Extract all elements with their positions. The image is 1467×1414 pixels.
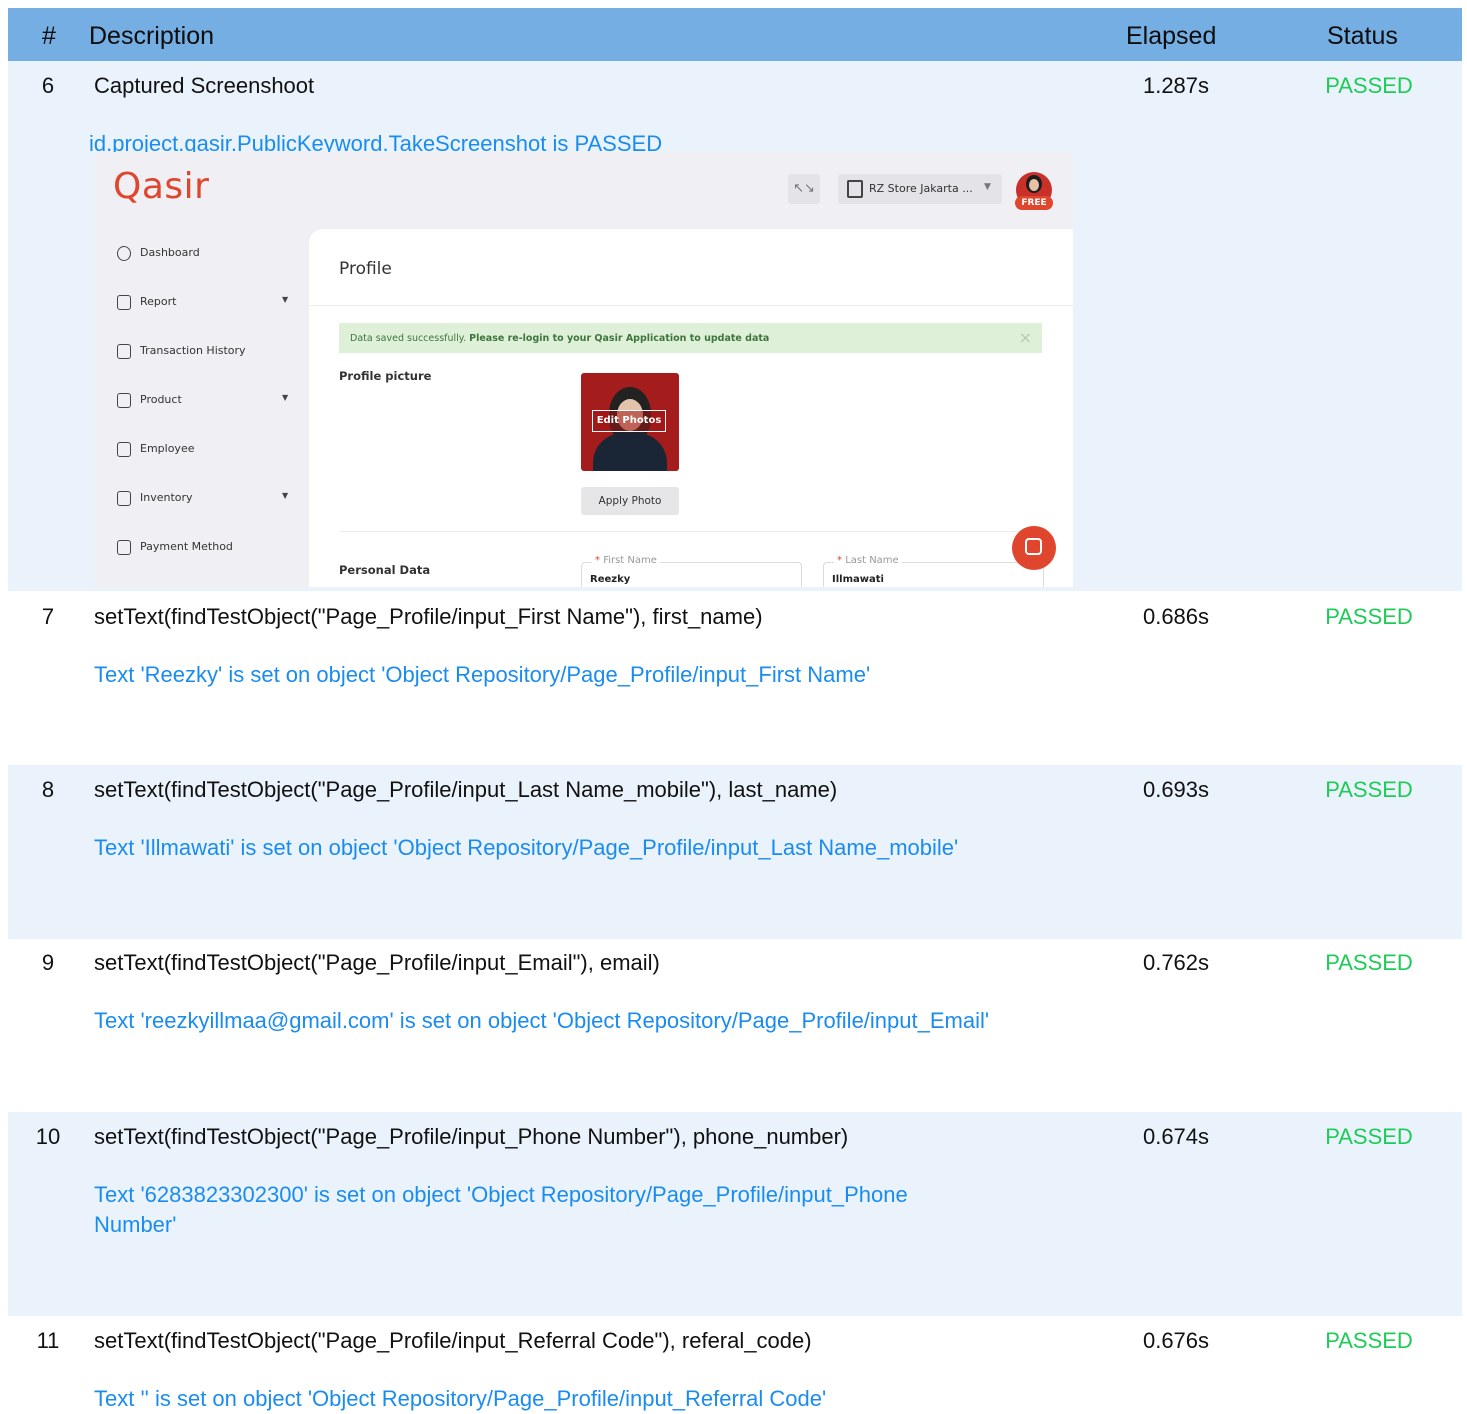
profile-panel: Profile Data saved successfully. Please … (309, 229, 1073, 587)
table-row: 7 setText(findTestObject("Page_Profile/i… (8, 591, 1462, 765)
caret-down-icon: ▼ (984, 182, 991, 192)
row-status: PASSED (1325, 950, 1413, 975)
qasir-logo: Qasir (113, 166, 210, 207)
row-status: PASSED (1325, 604, 1413, 629)
row-elapsed: 0.674s (1142, 1124, 1210, 1149)
table-row: 8 setText(findTestObject("Page_Profile/i… (8, 765, 1462, 939)
edit-photos-button[interactable]: Edit Photos (592, 410, 666, 432)
sidebar-item-label: Report (140, 295, 177, 308)
row-description: Captured Screenshoot (94, 73, 315, 98)
last-name-label: Last Name (845, 555, 899, 566)
row-number: 10 (35, 1124, 61, 1149)
free-badge: FREE (1015, 196, 1053, 210)
close-icon[interactable]: × (1019, 328, 1032, 347)
sidebar-item-inventory[interactable]: Inventory ▼ (115, 488, 295, 510)
captured-screenshot: Qasir ↖↘ RZ Store Jakarta ... ▼ FREE Das… (95, 152, 1073, 587)
sidebar-item-employee[interactable]: Employee (115, 439, 295, 461)
first-name-label: First Name (603, 555, 657, 566)
screenshot-topbar: Qasir ↖↘ RZ Store Jakarta ... ▼ FREE (95, 152, 1073, 228)
store-icon (847, 180, 863, 198)
employee-icon (117, 442, 131, 457)
table-row: 11 setText(findTestObject("Page_Profile/… (8, 1316, 1462, 1412)
sidebar-item-product[interactable]: Product ▼ (115, 390, 295, 412)
first-name-field[interactable]: * First Name Reezky (581, 555, 802, 587)
row-elapsed: 1.287s (1142, 73, 1210, 98)
row-number: 8 (41, 777, 55, 802)
divider (309, 305, 1073, 306)
page-title: Profile (339, 259, 392, 279)
table-row: 9 setText(findTestObject("Page_Profile/i… (8, 939, 1462, 1112)
profile-photo[interactable]: Edit Photos (581, 373, 679, 471)
row-status: PASSED (1325, 73, 1413, 98)
row-description: setText(findTestObject("Page_Profile/inp… (94, 604, 763, 629)
divider (339, 531, 1042, 532)
row-status: PASSED (1325, 1328, 1413, 1353)
sidebar-item-report[interactable]: Report ▼ (115, 292, 295, 314)
dashboard-icon (117, 246, 131, 261)
row-status: PASSED (1325, 1124, 1413, 1149)
header-description: Description (89, 22, 215, 50)
chat-button[interactable] (1012, 526, 1056, 570)
row-log: Text '' is set on object 'Object Reposit… (94, 1386, 827, 1411)
personal-data-label: Personal Data (339, 563, 431, 577)
row-log: Text 'reezkyillmaa@gmail.com' is set on … (94, 1008, 990, 1033)
row-number: 9 (41, 950, 55, 975)
row-description: setText(findTestObject("Page_Profile/inp… (94, 950, 660, 975)
row-elapsed: 0.676s (1142, 1328, 1210, 1353)
sidebar-item-label: Employee (140, 442, 195, 455)
sidebar-item-label: Transaction History (140, 344, 246, 357)
row-elapsed: 0.686s (1142, 604, 1210, 629)
chat-icon (1025, 538, 1042, 555)
apply-photo-button[interactable]: Apply Photo (581, 487, 679, 515)
caret-down-icon: ▼ (282, 393, 289, 402)
row-elapsed: 0.762s (1142, 950, 1210, 975)
sidebar-item-transaction-history[interactable]: Transaction History (115, 341, 295, 363)
caret-down-icon: ▼ (282, 491, 289, 500)
row-description: setText(findTestObject("Page_Profile/inp… (94, 1328, 812, 1353)
header-status: Status (1327, 22, 1398, 50)
row-number: 7 (41, 604, 55, 629)
store-selector[interactable]: RZ Store Jakarta ... ▼ (838, 174, 1002, 204)
report-icon (117, 295, 131, 310)
product-icon (117, 393, 131, 408)
sidebar-item-payment-method[interactable]: Payment Method (115, 537, 295, 559)
expand-icon[interactable]: ↖↘ (788, 174, 820, 204)
success-alert: Data saved successfully. Please re-login… (339, 323, 1042, 353)
sidebar-item-label: Inventory (140, 491, 193, 504)
sidebar-item-label: Dashboard (140, 246, 200, 259)
sidebar-item-dashboard[interactable]: Dashboard (115, 243, 295, 265)
transaction-history-icon (117, 344, 131, 359)
table-row: 10 setText(findTestObject("Page_Profile/… (8, 1112, 1462, 1316)
row-log: Text 'Illmawati' is set on object 'Objec… (94, 835, 959, 860)
last-name-value: Illmawati (832, 574, 884, 585)
payment-method-icon (117, 540, 131, 555)
inventory-icon (117, 491, 131, 506)
caret-down-icon: ▼ (282, 295, 289, 304)
sidebar-item-label: Payment Method (140, 540, 233, 553)
profile-picture-label: Profile picture (339, 369, 432, 383)
header-num: # (42, 22, 56, 50)
row-log: Text 'Reezky' is set on object 'Object R… (94, 662, 871, 687)
row-number: 11 (36, 1328, 60, 1353)
alert-text: Data saved successfully. (350, 333, 467, 344)
row-log: Text '6283823302300' is set on object 'O… (94, 1182, 908, 1237)
row-status: PASSED (1325, 777, 1413, 802)
row-description: setText(findTestObject("Page_Profile/inp… (94, 1124, 849, 1149)
alert-bold-text: Please re-login to your Qasir Applicatio… (469, 333, 770, 344)
first-name-value: Reezky (590, 574, 631, 585)
row-description: setText(findTestObject("Page_Profile/inp… (94, 777, 838, 802)
last-name-field[interactable]: * Last Name Illmawati (823, 555, 1044, 587)
row-elapsed: 0.693s (1142, 777, 1210, 802)
sidebar-item-label: Product (140, 393, 182, 406)
store-name: RZ Store Jakarta ... (869, 182, 973, 195)
row-number: 6 (41, 73, 55, 98)
table-header: # Description Elapsed Status (8, 8, 1462, 61)
header-elapsed: Elapsed (1126, 22, 1217, 50)
